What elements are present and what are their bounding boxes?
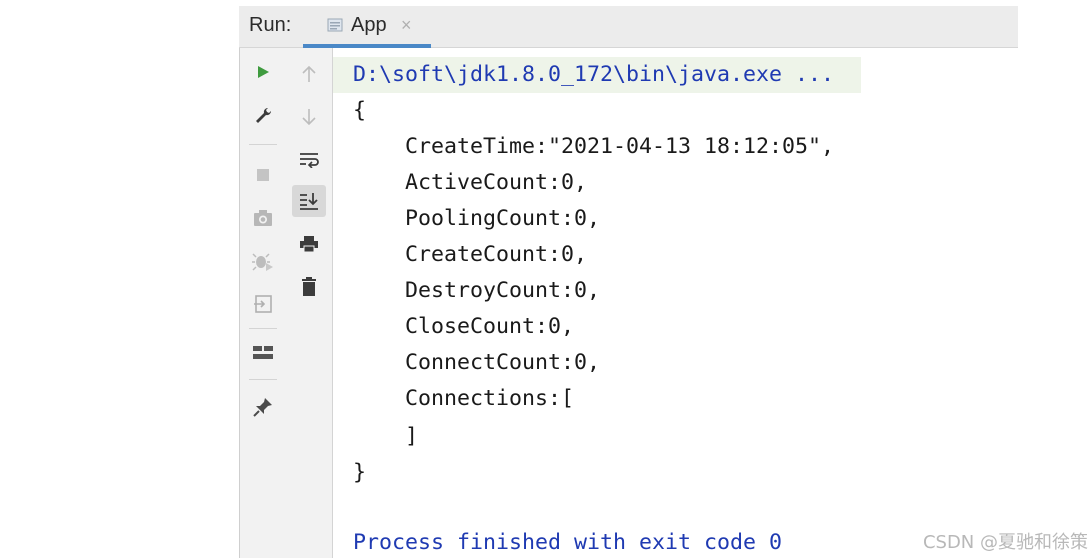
- toolbar-separator: [249, 379, 277, 380]
- right-toolbar: [287, 48, 333, 558]
- run-tool-window: Run: App × D:\soft\jdk1.8.0_172\bin\java…: [239, 6, 1018, 558]
- output-line: CreateTime:"2021-04-13 18:12:05",: [353, 134, 835, 159]
- layout-icon[interactable]: [249, 339, 277, 367]
- output-line: ActiveCount:0,: [353, 170, 588, 195]
- watermark: CSDN @夏驰和徐策: [922, 532, 1088, 553]
- output-line: Connections:[: [353, 386, 575, 411]
- output-line: CloseCount:0,: [353, 314, 575, 339]
- tab-app[interactable]: App ×: [303, 6, 431, 48]
- exit-message: Process finished with exit code 0: [353, 530, 783, 555]
- wrench-icon[interactable]: [249, 102, 277, 130]
- command-line[interactable]: D:\soft\jdk1.8.0_172\bin\java.exe ...: [353, 62, 834, 88]
- run-header: Run: App ×: [239, 6, 1018, 48]
- import-icon[interactable]: [249, 290, 277, 318]
- tab-app-label: App: [351, 14, 387, 36]
- output-line: {: [353, 98, 367, 123]
- console-output[interactable]: D:\soft\jdk1.8.0_172\bin\java.exe ... { …: [333, 48, 1018, 558]
- close-icon[interactable]: ×: [401, 15, 412, 36]
- camera-icon[interactable]: [249, 204, 277, 232]
- toolbar-separator: [249, 328, 277, 329]
- output-line: DestroyCount:0,: [353, 278, 601, 303]
- console-tab-icon: [327, 17, 343, 33]
- output-line: CreateCount:0,: [353, 242, 588, 267]
- debug-icon[interactable]: [249, 247, 277, 275]
- arrow-up-icon[interactable]: [295, 60, 323, 88]
- trash-icon[interactable]: [295, 273, 323, 301]
- scroll-to-end-icon[interactable]: [295, 187, 323, 215]
- arrow-down-icon[interactable]: [295, 103, 323, 131]
- soft-wrap-icon[interactable]: [295, 146, 323, 174]
- run-icon[interactable]: [249, 58, 277, 86]
- left-toolbar: [239, 48, 288, 558]
- toolbar-separator: [249, 144, 277, 145]
- output-line: }: [353, 460, 367, 485]
- run-label: Run:: [249, 14, 292, 36]
- print-icon[interactable]: [295, 230, 323, 258]
- output-line: ]: [353, 424, 419, 449]
- stop-icon[interactable]: [249, 161, 277, 189]
- output-line: PoolingCount:0,: [353, 206, 601, 231]
- pin-icon[interactable]: [249, 393, 277, 421]
- output-line: ConnectCount:0,: [353, 350, 601, 375]
